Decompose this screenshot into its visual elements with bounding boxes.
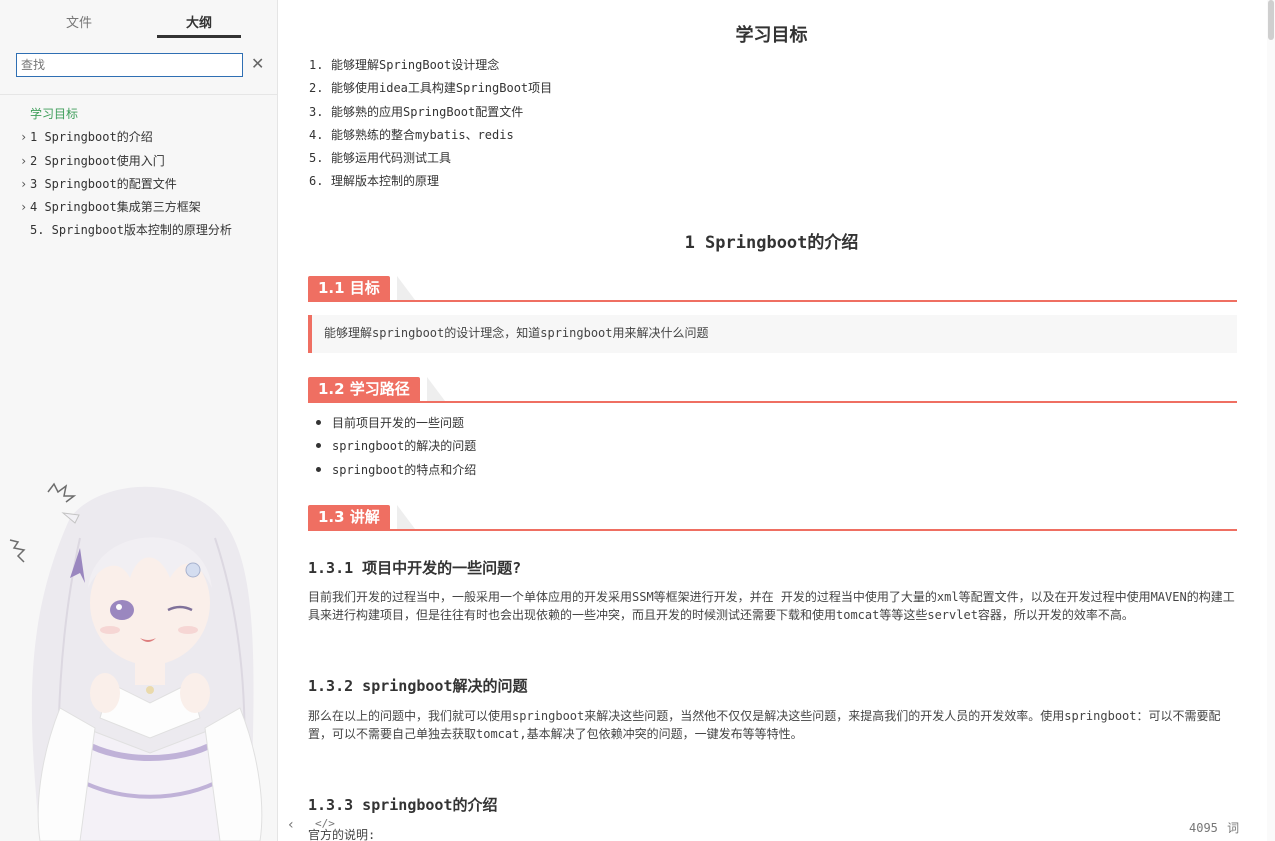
paragraph: 那么在以上的问题中，我们就可以使用springboot来解决这些问题，当然他不仅… <box>308 709 1221 741</box>
outline-item-springboot-start[interactable]: › 2 Springboot使用入门 <box>0 152 277 175</box>
outline-item-label: 4 Springboot集成第三方框架 <box>30 200 201 215</box>
sidebar-tabs: 文件 大纲 <box>0 0 277 40</box>
outline-item-learning-goals[interactable]: 学习目标 <box>0 105 277 128</box>
word-count-value: 4095 <box>1189 821 1218 835</box>
tab-files[interactable]: 文件 <box>66 12 92 31</box>
sidebar: 文件 大纲 ✕ 学习目标 › 1 Springboot的介绍 › 2 Sprin… <box>0 0 278 841</box>
word-count-unit: 词 <box>1227 821 1240 835</box>
scrollbar[interactable] <box>1267 0 1275 841</box>
section-tag: 1.2 学习路径 <box>308 377 420 401</box>
list-item: 1. 能够理解SpringBoot设计理念 <box>309 58 500 72</box>
outline-item-springboot-intro[interactable]: › 1 Springboot的介绍 <box>0 128 277 151</box>
tag-tail <box>397 276 415 300</box>
divider <box>0 94 277 95</box>
chevron-left-icon[interactable]: ‹ <box>288 817 294 833</box>
outline-item-label: 学习目标 <box>30 107 79 121</box>
outline-item-label: 3 Springboot的配置文件 <box>30 176 177 191</box>
active-tab-indicator <box>157 35 241 38</box>
tag-tail <box>427 377 445 401</box>
chevron-right-icon[interactable]: › <box>20 175 27 193</box>
doc-title: 学习目标 <box>735 25 808 46</box>
heading-rule <box>308 529 1237 531</box>
outline-item-label: 1 Springboot的介绍 <box>30 130 153 145</box>
paragraph: 目前我们开发的过程当中，一般采用一个单体应用的开发采用SSM等框架进行开发，并在… <box>308 590 1235 622</box>
close-icon[interactable]: ✕ <box>251 54 264 73</box>
outline-item-version-control[interactable]: 5. Springboot版本控制的原理分析 <box>0 221 277 244</box>
paragraph: 官方的说明: <box>308 828 376 841</box>
list-item: 6. 理解版本控制的原理 <box>309 174 440 189</box>
scrollbar-thumb[interactable] <box>1268 0 1274 40</box>
list-item: 2. 能够使用idea工具构建SpringBoot项目 <box>309 81 553 96</box>
section-tag: 1.1 目标 <box>308 276 390 300</box>
search-input[interactable] <box>16 53 243 77</box>
outline-search: ✕ <box>16 53 264 77</box>
heading-rule <box>308 300 1237 302</box>
section-heading-1-2: 1.2 学习路径 <box>308 377 1237 403</box>
outline-item-label: 5. Springboot版本控制的原理分析 <box>30 223 232 238</box>
section-tag: 1.3 讲解 <box>308 505 390 529</box>
list-item: springboot的特点和介绍 <box>315 461 476 484</box>
list-item: springboot的解决的问题 <box>315 437 476 460</box>
list-item: 4. 能够熟练的整合mybatis、redis <box>309 127 514 142</box>
outline-item-label: 2 Springboot使用入门 <box>30 153 165 168</box>
list-item: 5. 能够运用代码测试工具 <box>309 151 452 166</box>
chevron-right-icon[interactable]: › <box>20 128 27 146</box>
learning-path-list: 目前项目开发的一些问题 springboot的解决的问题 springboot的… <box>315 414 476 484</box>
section-heading-1-3: 1.3 讲解 <box>308 505 1237 531</box>
subsection-heading: 1.3.1 项目中开发的一些问题? <box>308 559 522 577</box>
chevron-right-icon[interactable]: › <box>20 198 27 216</box>
character-illustration <box>9 482 263 841</box>
list-item: 目前项目开发的一些问题 <box>315 414 476 437</box>
subsection-heading: 1.3.3 springboot的介绍 <box>308 796 498 814</box>
outline-item-springboot-config[interactable]: › 3 Springboot的配置文件 <box>0 175 277 198</box>
subsection-heading: 1.3.2 springboot解决的问题 <box>308 677 528 695</box>
word-count[interactable]: 4095 词 <box>1187 819 1239 836</box>
section-heading: 1 Springboot的介绍 <box>684 233 859 253</box>
tab-outline[interactable]: 大纲 <box>186 12 212 31</box>
blockquote: 能够理解springboot的设计理念，知道springboot用来解决什么问题 <box>308 315 1237 353</box>
document-editor[interactable]: 学习目标 1. 能够理解SpringBoot设计理念 2. 能够使用idea工具构建… <box>279 0 1264 841</box>
outline-item-springboot-integration[interactable]: › 4 Springboot集成第三方框架 <box>0 198 277 221</box>
outline-list: 学习目标 › 1 Springboot的介绍 › 2 Springboot使用入… <box>0 105 277 245</box>
goals-list: 1. 能够理解SpringBoot设计理念 2. 能够使用idea工具构建Sprin… <box>309 56 552 196</box>
tag-tail <box>397 505 415 529</box>
source-code-icon[interactable]: </> <box>315 817 335 830</box>
chevron-right-icon[interactable]: › <box>20 152 27 170</box>
heading-rule <box>308 401 1237 403</box>
list-item: 3. 能够熟的应用SpringBoot配置文件 <box>309 104 524 119</box>
section-heading-1-1: 1.1 目标 <box>308 276 1237 302</box>
